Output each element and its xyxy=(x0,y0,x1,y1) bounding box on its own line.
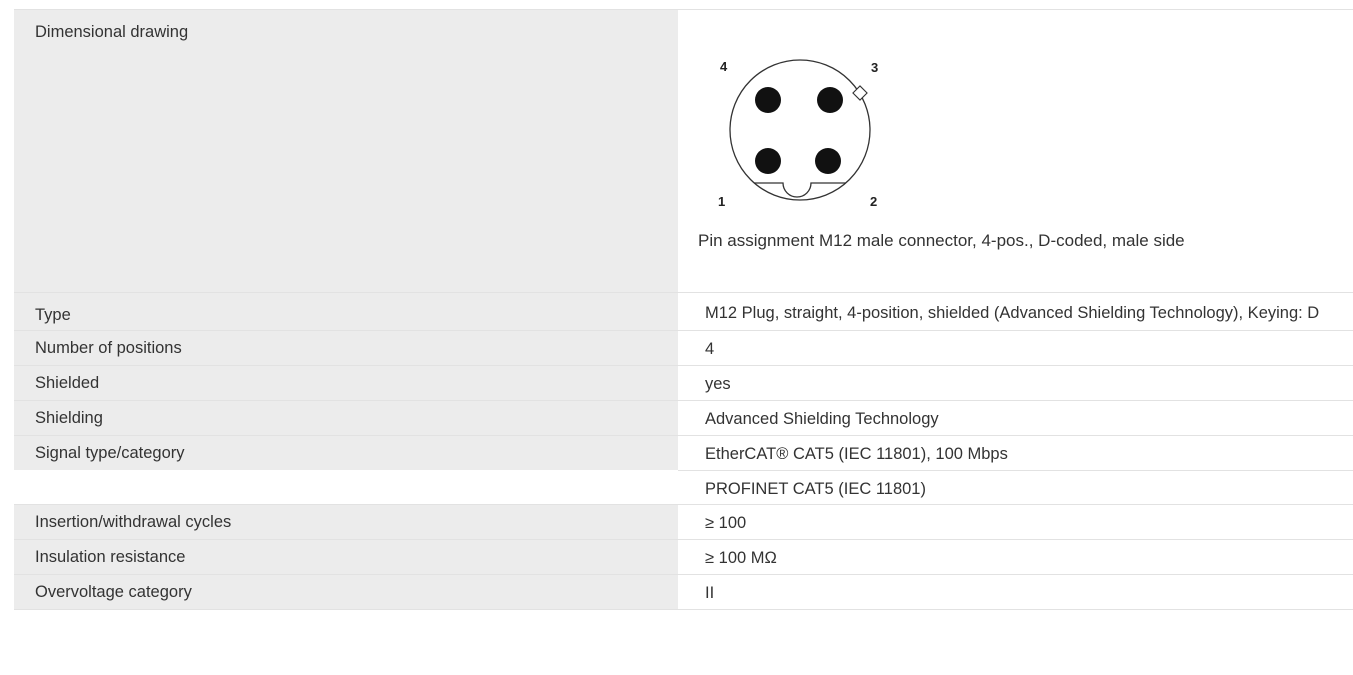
spec-row-signal-type: Signal type/category EtherCAT® CAT5 (IEC… xyxy=(14,436,1353,505)
spec-value: 4 xyxy=(678,331,1353,365)
spec-label: Signal type/category xyxy=(14,436,678,470)
keying-mark xyxy=(852,85,868,101)
pin-label-3: 3 xyxy=(871,60,878,75)
spec-value: ≥ 100 MΩ xyxy=(678,540,1353,574)
spec-value-text: II xyxy=(705,584,715,602)
pin-4 xyxy=(755,87,781,113)
spec-value-text: Advanced Shielding Technology xyxy=(705,410,939,428)
pin-label-4: 4 xyxy=(720,59,728,74)
spec-label: Type xyxy=(14,293,678,330)
spec-label: Number of positions xyxy=(14,331,678,365)
spec-value-text: EtherCAT® CAT5 (IEC 11801), 100 Mbps xyxy=(705,445,1008,463)
keying-notch xyxy=(754,182,846,198)
spec-label: Shielding xyxy=(14,401,678,435)
pin-1 xyxy=(755,148,781,174)
spec-value-text: yes xyxy=(705,375,731,393)
spec-value-text: PROFINET CAT5 (IEC 11801) xyxy=(678,470,1353,504)
spec-row-insertion-cycles: Insertion/withdrawal cycles ≥ 100 xyxy=(14,505,1353,540)
spec-value: M12 Plug, straight, 4-position, shielded… xyxy=(678,293,1353,330)
spec-value-text: ≥ 100 xyxy=(705,514,747,532)
spec-value: Advanced Shielding Technology xyxy=(678,401,1353,435)
spec-value: yes xyxy=(678,366,1353,400)
spec-label: Dimensional drawing xyxy=(14,10,678,292)
pin-label-1: 1 xyxy=(718,194,725,209)
connector-outline xyxy=(729,59,871,201)
spec-value-text: ≥ 100 MΩ xyxy=(705,549,777,567)
spec-label: Insertion/withdrawal cycles xyxy=(14,505,678,539)
pin-2 xyxy=(815,148,841,174)
spec-value-text: 4 xyxy=(705,340,715,358)
spec-row-number-of-positions: Number of positions 4 xyxy=(14,331,1353,366)
spec-value: II xyxy=(678,575,1353,609)
spec-value-text: M12 Plug, straight, 4-position, shielded… xyxy=(705,304,1320,322)
spec-value: EtherCAT® CAT5 (IEC 11801), 100 Mbps PRO… xyxy=(678,436,1353,504)
spec-label: Shielded xyxy=(14,366,678,400)
spec-table: Dimensional drawing 4 3 1 2 Pin assignme… xyxy=(14,9,1353,610)
pin-assignment-drawing: 4 3 1 2 xyxy=(718,59,878,209)
spec-row-dimensional-drawing: Dimensional drawing 4 3 1 2 Pin assignme… xyxy=(14,10,1353,293)
spec-row-insulation-resistance: Insulation resistance ≥ 100 MΩ xyxy=(14,540,1353,575)
pin-3 xyxy=(817,87,843,113)
spec-value: 4 3 1 2 Pin assignment M12 male connecto… xyxy=(678,10,1353,292)
spec-row-type: Type M12 Plug, straight, 4-position, shi… xyxy=(14,293,1353,331)
spec-value: ≥ 100 xyxy=(678,505,1353,539)
pin-label-2: 2 xyxy=(870,194,877,209)
spec-label: Overvoltage category xyxy=(14,575,678,609)
spec-row-shielding: Shielding Advanced Shielding Technology xyxy=(14,401,1353,436)
spec-row-overvoltage-category: Overvoltage category II xyxy=(14,575,1353,610)
drawing-caption: Pin assignment M12 male connector, 4-pos… xyxy=(698,231,1185,250)
spec-row-shielded: Shielded yes xyxy=(14,366,1353,401)
spec-label: Insulation resistance xyxy=(14,540,678,574)
